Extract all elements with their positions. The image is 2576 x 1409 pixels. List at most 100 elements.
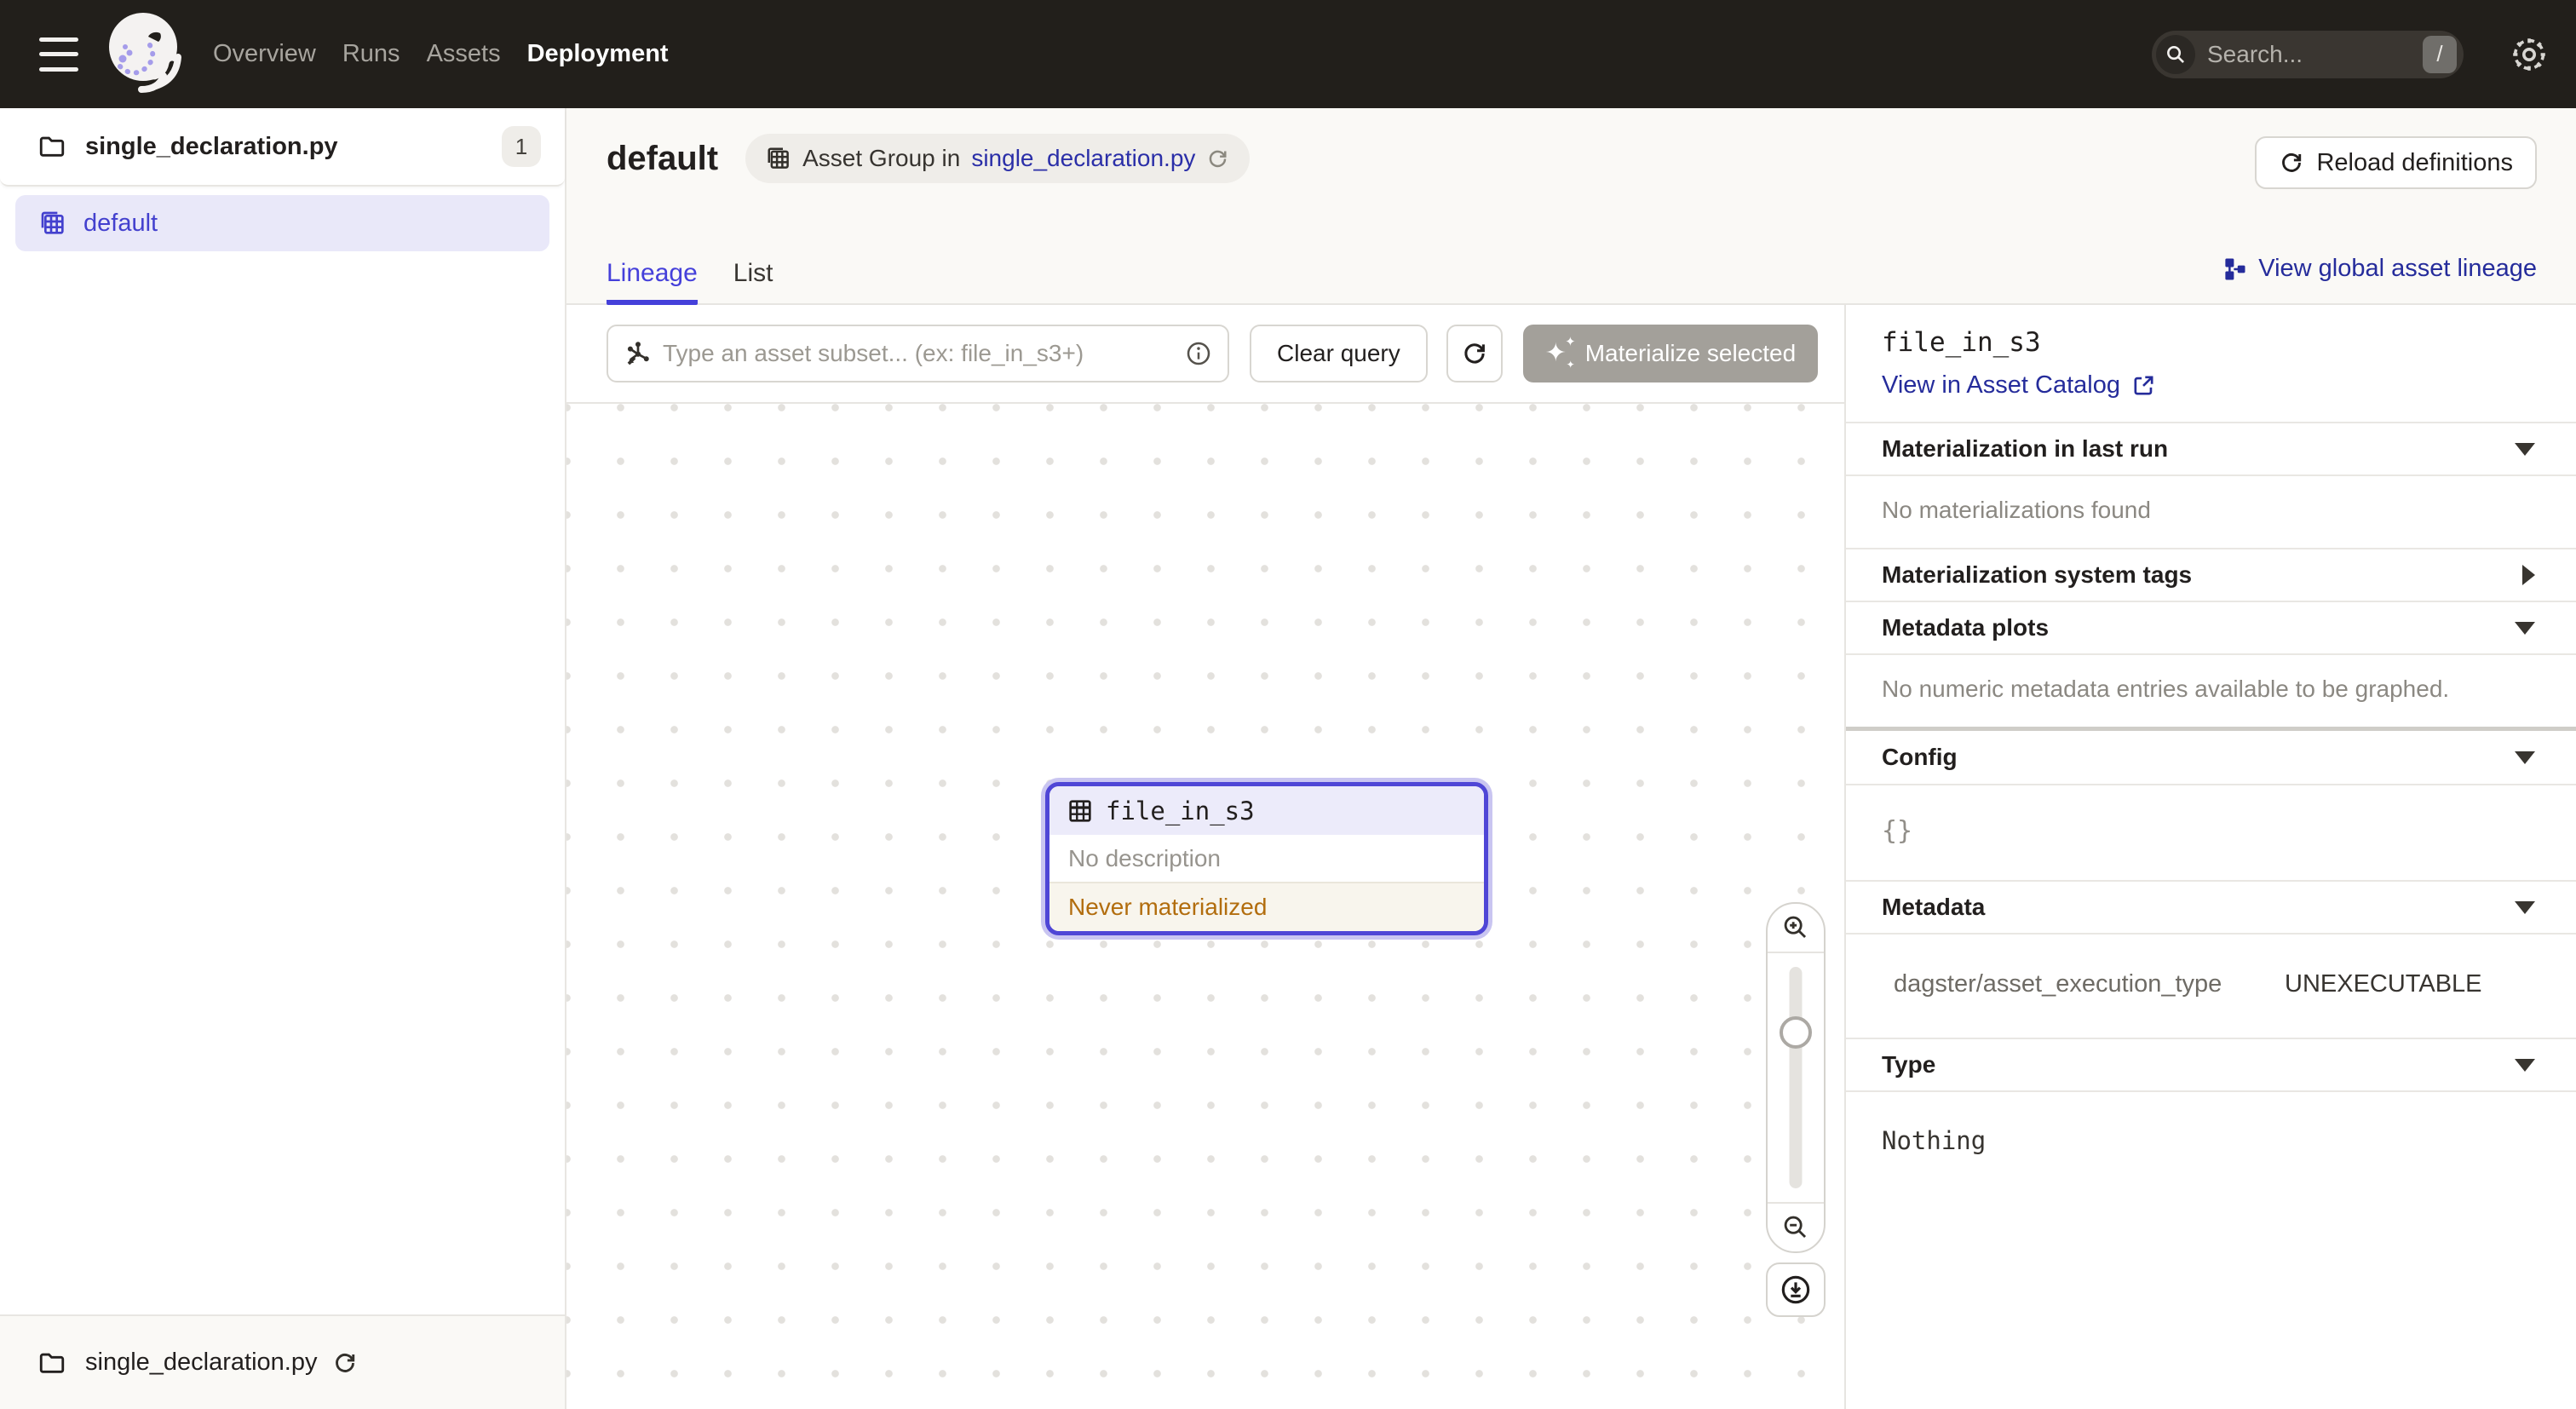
asset-node-file-in-s3[interactable]: file_in_s3 No description Never material… xyxy=(1045,782,1488,935)
search-input[interactable] xyxy=(2207,41,2423,68)
page-title: default xyxy=(607,140,718,178)
sidebar-repo-header[interactable]: single_declaration.py 1 xyxy=(0,108,565,187)
repo-name: single_declaration.py xyxy=(85,133,338,161)
info-icon[interactable] xyxy=(1185,340,1212,367)
tag-repo-link[interactable]: single_declaration.py xyxy=(971,145,1195,172)
metadata-value: UNEXECUTABLE xyxy=(2285,970,2482,998)
metadata-row: dagster/asset_execution_type UNEXECUTABL… xyxy=(1846,933,2576,1038)
sparkle-icon: ✦✦✦ xyxy=(1545,339,1574,368)
reload-repo-icon[interactable] xyxy=(332,1350,358,1376)
asset-group-icon xyxy=(39,210,66,237)
sidebar-footer-repo[interactable]: single_declaration.py xyxy=(0,1314,565,1409)
clear-query-button[interactable]: Clear query xyxy=(1250,325,1428,382)
external-link-icon xyxy=(2131,373,2156,398)
nav-item-overview[interactable]: Overview xyxy=(213,40,316,68)
zoom-slider-track[interactable] xyxy=(1790,967,1803,1188)
global-lineage-label: View global asset lineage xyxy=(2258,255,2537,283)
asset-node-name: file_in_s3 xyxy=(1106,797,1255,825)
search-icon xyxy=(2156,35,2195,74)
config-value: {} xyxy=(1846,784,2576,880)
section-label: Metadata xyxy=(1882,894,1985,921)
view-in-asset-catalog-link[interactable]: View in Asset Catalog xyxy=(1882,371,2535,400)
asset-title: file_in_s3 xyxy=(1882,327,2535,358)
tab-list[interactable]: List xyxy=(733,259,773,305)
search-shortcut-badge: / xyxy=(2423,36,2457,73)
zoom-slider[interactable] xyxy=(1768,953,1824,1202)
table-icon xyxy=(1067,797,1094,825)
reload-location-icon[interactable] xyxy=(1206,147,1229,170)
chevron-down-icon xyxy=(2515,901,2535,914)
chevron-down-icon xyxy=(2515,751,2535,764)
section-label: Config xyxy=(1882,744,1958,771)
chevron-right-icon xyxy=(2522,565,2535,585)
zoom-controls xyxy=(1766,902,1826,1253)
clear-query-label: Clear query xyxy=(1277,340,1400,367)
type-value: Nothing xyxy=(1846,1090,2576,1189)
lineage-toolbar: Clear query ✦✦✦ Materialize selected xyxy=(566,305,1844,404)
section-label: Type xyxy=(1882,1051,1935,1078)
nav-item-deployment[interactable]: Deployment xyxy=(527,40,669,68)
refresh-icon xyxy=(2279,150,2304,175)
navbar-right: / xyxy=(2152,31,2550,78)
section-materialization-last-run[interactable]: Materialization in last run xyxy=(1846,422,2576,474)
reload-definitions-button[interactable]: Reload definitions xyxy=(2255,136,2537,189)
dagster-app: Overview Runs Assets Deployment / xyxy=(0,0,2576,1409)
section-label: Materialization system tags xyxy=(1882,561,2192,589)
catalog-link-label: View in Asset Catalog xyxy=(1882,371,2120,400)
section-metadata-plots[interactable]: Metadata plots xyxy=(1846,601,2576,653)
download-graph-button[interactable] xyxy=(1766,1262,1826,1317)
chevron-down-icon xyxy=(2515,443,2535,456)
lineage-canvas[interactable]: file_in_s3 No description Never material… xyxy=(566,404,1844,1409)
asset-node-header: file_in_s3 xyxy=(1049,786,1484,835)
asset-subset-input[interactable] xyxy=(663,340,1185,367)
sidebar-item-default-group[interactable]: default xyxy=(15,195,549,251)
metadata-key: dagster/asset_execution_type xyxy=(1894,970,2285,998)
zoom-slider-knob[interactable] xyxy=(1780,1016,1812,1049)
section-config[interactable]: Config xyxy=(1846,731,2576,784)
last-run-empty-state: No materializations found xyxy=(1846,474,2576,548)
zoom-in-button[interactable] xyxy=(1768,904,1824,953)
view-global-asset-lineage-link[interactable]: View global asset lineage xyxy=(2222,255,2537,283)
code-location-sidebar: single_declaration.py 1 default single_d… xyxy=(0,108,566,1409)
folder-icon xyxy=(37,1349,66,1377)
nav-item-runs[interactable]: Runs xyxy=(342,40,400,68)
materialize-selected-button[interactable]: ✦✦✦ Materialize selected xyxy=(1523,325,1818,382)
asset-count-badge: 1 xyxy=(502,126,541,167)
top-navbar: Overview Runs Assets Deployment / xyxy=(0,0,2576,108)
global-search[interactable]: / xyxy=(2152,31,2464,78)
view-tabs: Lineage List xyxy=(607,259,773,305)
reload-definitions-label: Reload definitions xyxy=(2316,149,2513,177)
lineage-graph-icon xyxy=(2222,256,2247,282)
asset-group-icon xyxy=(766,146,791,171)
dagster-logo-icon xyxy=(94,4,194,105)
materialize-label: Materialize selected xyxy=(1585,340,1796,367)
folder-icon xyxy=(37,132,66,161)
section-materialization-system-tags[interactable]: Materialization system tags xyxy=(1846,548,2576,601)
asset-group-tag: Asset Group in single_declaration.py xyxy=(745,134,1250,183)
metadata-plots-empty-state: No numeric metadata entries available to… xyxy=(1846,653,2576,727)
nav-item-assets[interactable]: Assets xyxy=(427,40,501,68)
section-label: Materialization in last run xyxy=(1882,435,2168,463)
download-icon xyxy=(1779,1273,1813,1307)
tab-lineage[interactable]: Lineage xyxy=(607,259,698,305)
asset-subset-query[interactable] xyxy=(607,325,1229,382)
asset-graph-icon xyxy=(624,339,653,368)
footer-repo-name: single_declaration.py xyxy=(85,1349,317,1377)
main-nav: Overview Runs Assets Deployment xyxy=(213,40,669,68)
section-label: Metadata plots xyxy=(1882,614,2049,641)
asset-node-status: Never materialized xyxy=(1049,882,1484,931)
group-label: default xyxy=(83,210,158,238)
menu-icon[interactable] xyxy=(39,37,78,72)
chevron-down-icon xyxy=(2515,1059,2535,1072)
tag-prefix: Asset Group in xyxy=(802,145,960,172)
zoom-out-button[interactable] xyxy=(1768,1202,1824,1251)
section-metadata[interactable]: Metadata xyxy=(1846,880,2576,933)
chevron-down-icon xyxy=(2515,622,2535,635)
section-type[interactable]: Type xyxy=(1846,1038,2576,1090)
gear-icon[interactable] xyxy=(2508,33,2550,76)
refresh-icon xyxy=(1461,340,1488,367)
asset-node-description: No description xyxy=(1049,835,1484,882)
page-header: default Asset Group in single_declaratio… xyxy=(566,108,2576,305)
refresh-graph-button[interactable] xyxy=(1446,325,1503,382)
asset-detail-panel: file_in_s3 View in Asset Catalog Materia… xyxy=(1844,305,2576,1409)
